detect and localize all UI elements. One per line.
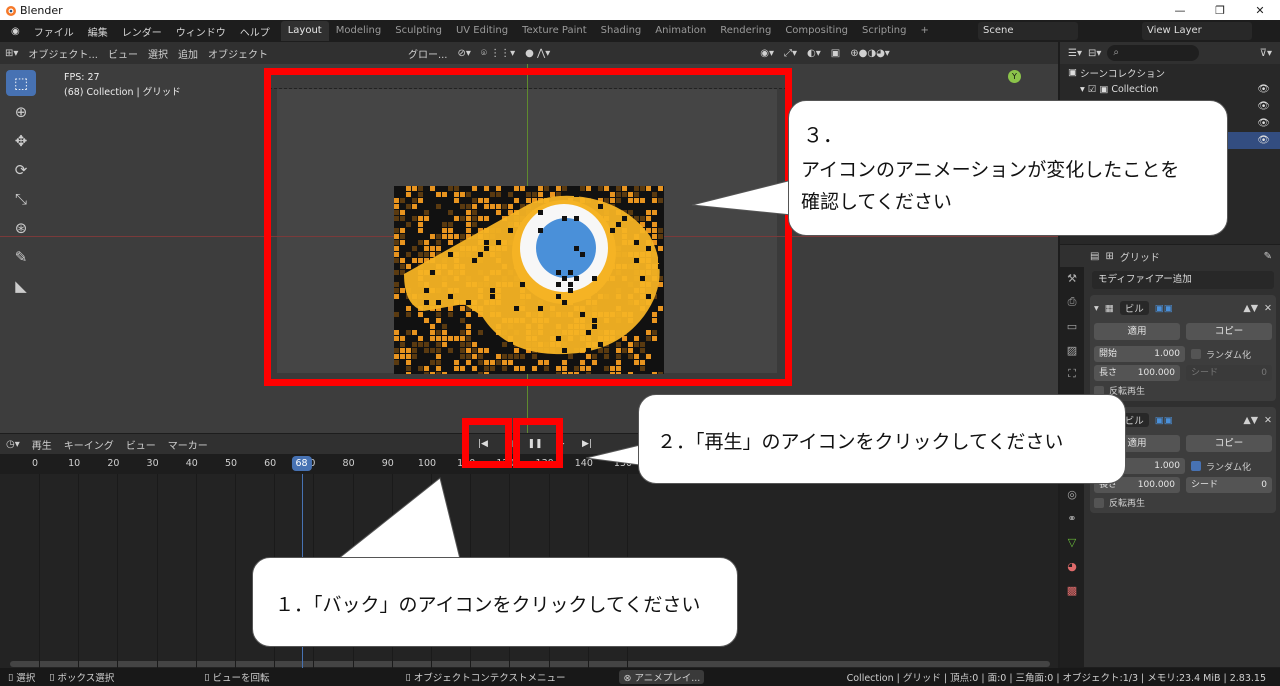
callout-step-2: ２．「再生」のアイコンをクリックしてください — [638, 394, 1126, 484]
callout-3-line2: 確認してください — [801, 191, 952, 213]
callout-3-line1: アイコンのアニメーションが変化したことを — [801, 159, 1180, 181]
callout-step-3: ３． アイコンのアニメーションが変化したことを 確認してください — [788, 100, 1228, 236]
callout-2-text: ２．「再生」のアイコンをクリックしてください — [657, 431, 1064, 453]
callout-1-text: １．「バック」のアイコンをクリックしてください — [275, 594, 701, 616]
callout-3-number: ３． — [803, 123, 843, 147]
callout-step-1: １．「バック」のアイコンをクリックしてください — [252, 557, 738, 647]
